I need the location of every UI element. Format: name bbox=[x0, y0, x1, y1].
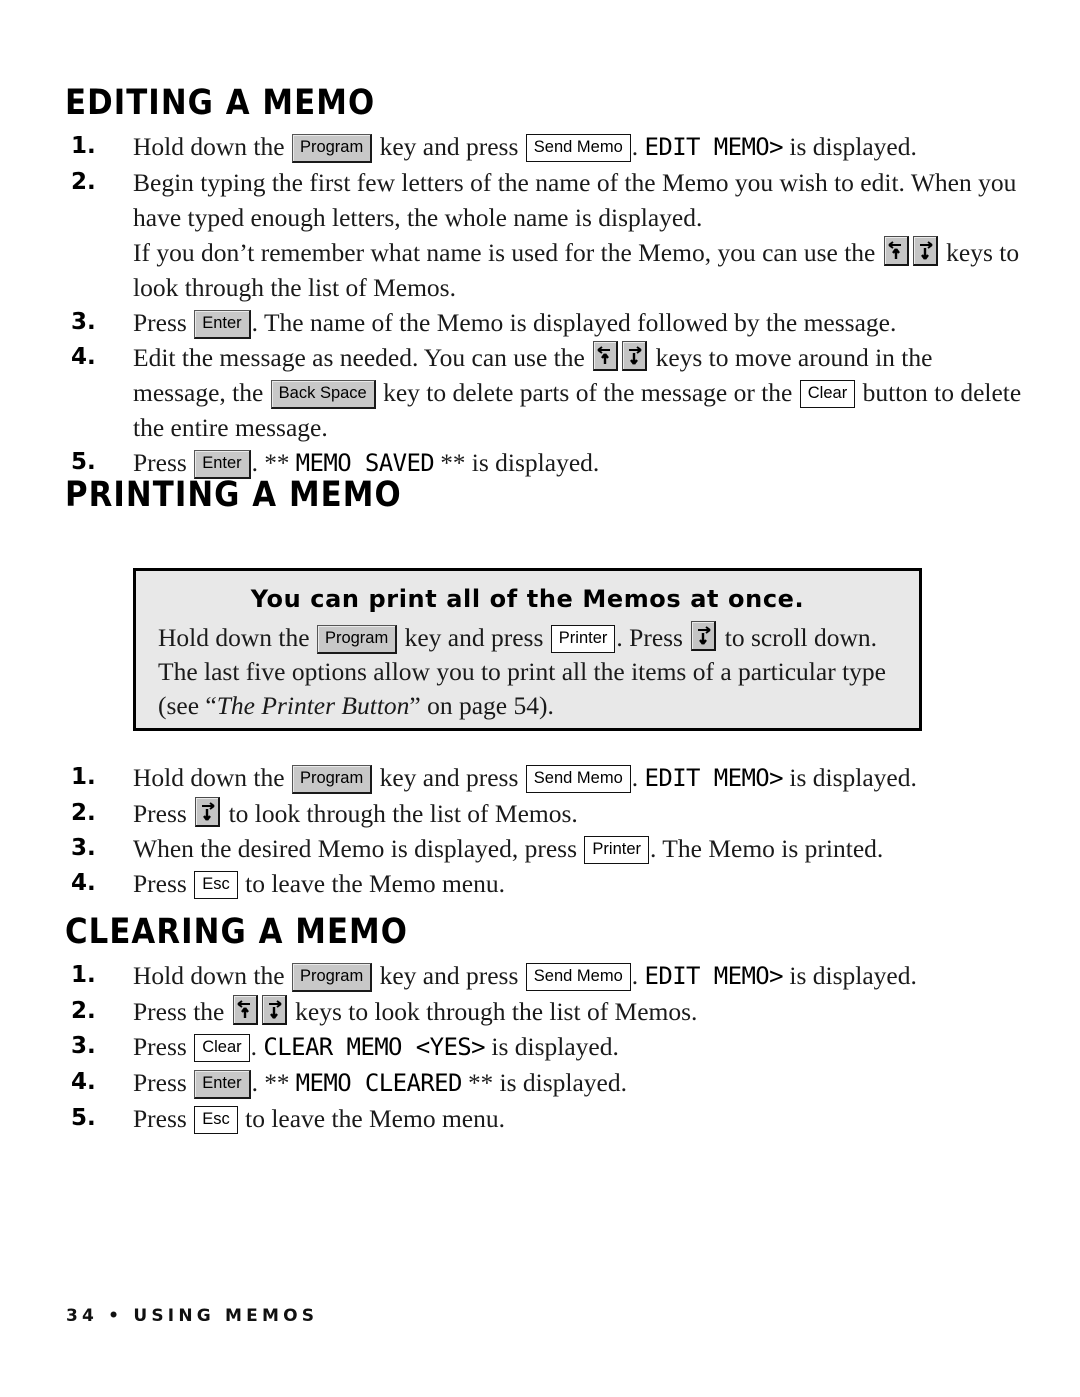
step-text: Press Enter. The name of the Memo is dis… bbox=[133, 308, 897, 339]
step-item: 3. When the desired Memo is displayed, pr… bbox=[65, 831, 1025, 866]
step-number: 2. bbox=[71, 800, 96, 826]
step-item: 4. Edit the message as needed. You can us… bbox=[65, 340, 1025, 445]
callout-line: Hold down the Program key and press Prin… bbox=[158, 621, 878, 654]
lcd-asterisks: ** bbox=[434, 450, 466, 477]
key-enter[interactable]: Enter bbox=[194, 1070, 251, 1099]
callout-body: Hold down the Program key and press Prin… bbox=[158, 621, 897, 723]
step-text: Press Enter. ** MEMO CLEARED ** is displ… bbox=[133, 1068, 627, 1099]
section-editing-a-memo: EDITING A MEMO 1. Hold down the Program k… bbox=[65, 86, 1025, 481]
key-clear[interactable]: Clear bbox=[799, 380, 856, 408]
key-esc[interactable]: Esc bbox=[194, 1106, 238, 1134]
key-printer[interactable]: Printer bbox=[584, 836, 650, 864]
printing-steps-wrap: 1. Hold down the Program key and press Se… bbox=[65, 760, 1025, 901]
lcd-display-text: EDIT MEMO> bbox=[644, 764, 784, 792]
step-number: 3. bbox=[71, 309, 96, 335]
key-program[interactable]: Program bbox=[316, 625, 398, 654]
step-item: 1. Hold down the Program key and press Se… bbox=[65, 958, 1025, 994]
step-number: 4. bbox=[71, 1069, 96, 1095]
callout-title: You can print all of the Memos at once. bbox=[250, 585, 805, 613]
step-number: 4. bbox=[71, 870, 96, 896]
step-number: 1. bbox=[71, 962, 96, 988]
callout-line: The last five options allow you to print… bbox=[158, 657, 886, 686]
lcd-display-text: MEMO SAVED bbox=[295, 449, 435, 477]
step-text: Hold down the Program key and press Send… bbox=[133, 961, 917, 992]
lcd-asterisks: ** bbox=[461, 1070, 494, 1097]
left-up-arrow-key-icon bbox=[232, 995, 258, 1025]
step-number: 3. bbox=[71, 1033, 96, 1059]
step-number: 3. bbox=[71, 835, 96, 861]
key-send-memo[interactable]: Send Memo bbox=[525, 963, 631, 991]
section-clearing-a-memo: CLEARING A MEMO 1. Hold down the Program … bbox=[65, 915, 1025, 1136]
step-number: 1. bbox=[71, 133, 96, 159]
page-title-clearing: CLEARING A MEMO bbox=[65, 912, 408, 952]
editing-steps-list: 1. Hold down the Program key and press Se… bbox=[65, 129, 1025, 481]
lcd-display-text: EDIT MEMO> bbox=[644, 962, 784, 990]
manual-page: EDITING A MEMO 1. Hold down the Program k… bbox=[0, 0, 1080, 1397]
step-item: 3. Press Clear. CLEAR MEMO <YES> is displ… bbox=[65, 1029, 1025, 1065]
lcd-asterisks: ** bbox=[264, 450, 296, 477]
key-program[interactable]: Program bbox=[291, 134, 373, 163]
page-title-editing: EDITING A MEMO bbox=[65, 83, 376, 123]
lcd-display-text: EDIT MEMO> bbox=[644, 133, 784, 161]
key-send-memo[interactable]: Send Memo bbox=[525, 765, 631, 793]
key-enter[interactable]: Enter bbox=[194, 310, 251, 339]
callout-print-all-memos: You can print all of the Memos at once. … bbox=[133, 568, 922, 731]
step-number: 1. bbox=[71, 764, 96, 790]
step-item: 5. Press Esc to leave the Memo menu. bbox=[65, 1101, 1025, 1136]
step-text: Press Esc to leave the Memo menu. bbox=[133, 1104, 505, 1134]
step-subtext: If you don’t remember what name is used … bbox=[133, 236, 1020, 302]
right-down-arrow-key-icon bbox=[195, 797, 221, 827]
right-down-arrow-key-icon bbox=[912, 236, 938, 266]
key-program[interactable]: Program bbox=[291, 765, 373, 794]
key-printer[interactable]: Printer bbox=[550, 625, 616, 653]
step-text: Press Clear. CLEAR MEMO <YES> is display… bbox=[133, 1032, 619, 1062]
printing-steps-list: 1. Hold down the Program key and press Se… bbox=[65, 760, 1025, 901]
step-item: 1. Hold down the Program key and press Se… bbox=[65, 760, 1025, 796]
lcd-display-text: MEMO CLEARED bbox=[295, 1069, 463, 1097]
step-number: 2. bbox=[71, 169, 96, 195]
step-text: Hold down the Program key and press Send… bbox=[133, 132, 917, 163]
step-text: Edit the message as needed. You can use … bbox=[133, 341, 1022, 442]
step-item: 2. Press the keys to look through the lis… bbox=[65, 994, 1025, 1029]
step-number: 4. bbox=[71, 344, 96, 370]
step-item: 2. Press to look through the list of Memo… bbox=[65, 796, 1025, 831]
callout-line: (see “The Printer Button” on page 54). bbox=[158, 691, 554, 720]
lcd-display-text: CLEAR MEMO <YES> bbox=[263, 1033, 485, 1061]
key-esc[interactable]: Esc bbox=[194, 871, 238, 899]
step-number: 5. bbox=[71, 1105, 96, 1131]
step-item: 1. Hold down the Program key and press Se… bbox=[65, 129, 1025, 165]
section-printing-a-memo: PRINTING A MEMO bbox=[65, 478, 1025, 513]
step-number: 2. bbox=[71, 998, 96, 1024]
right-down-arrow-key-icon bbox=[261, 995, 287, 1025]
step-text: Hold down the Program key and press Send… bbox=[133, 763, 917, 794]
step-text: When the desired Memo is displayed, pres… bbox=[133, 834, 884, 864]
right-down-arrow-key-icon bbox=[622, 341, 648, 371]
cross-reference-title: The Printer Button bbox=[216, 691, 410, 720]
lcd-asterisks: ** bbox=[264, 1070, 296, 1097]
left-up-arrow-key-icon bbox=[593, 341, 619, 371]
step-item: 4. Press Esc to leave the Memo menu. bbox=[65, 866, 1025, 901]
key-program[interactable]: Program bbox=[291, 963, 373, 992]
page-footer: 34 • USING MEMOS bbox=[66, 1306, 319, 1326]
page-title-printing: PRINTING A MEMO bbox=[65, 475, 402, 515]
step-text: Press to look through the list of Memos. bbox=[133, 797, 578, 828]
clearing-steps-list: 1. Hold down the Program key and press Se… bbox=[65, 958, 1025, 1136]
step-text: Press Esc to leave the Memo menu. bbox=[133, 869, 505, 899]
right-down-arrow-key-icon bbox=[691, 621, 717, 651]
step-item: 2. Begin typing the first few letters of … bbox=[65, 165, 1025, 305]
step-text: Begin typing the first few letters of th… bbox=[133, 168, 1017, 232]
key-send-memo[interactable]: Send Memo bbox=[525, 134, 631, 162]
key-clear[interactable]: Clear bbox=[194, 1034, 250, 1062]
key-back-space[interactable]: Back Space bbox=[270, 380, 376, 409]
step-item: 4. Press Enter. ** MEMO CLEARED ** is dis… bbox=[65, 1065, 1025, 1101]
left-up-arrow-key-icon bbox=[883, 236, 909, 266]
step-item: 3. Press Enter. The name of the Memo is d… bbox=[65, 305, 1025, 340]
step-text: Press the keys to look through the list … bbox=[133, 995, 698, 1026]
